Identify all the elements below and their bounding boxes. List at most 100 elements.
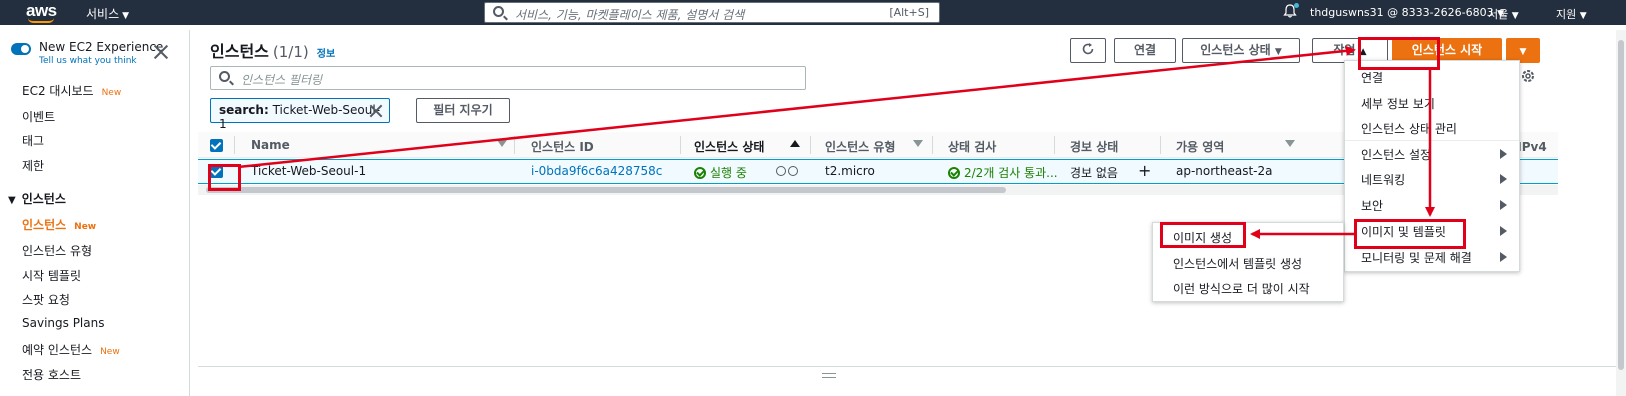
zoom-out-icon[interactable]: [788, 166, 798, 176]
sidebar-item-label: EC2 대시보드: [22, 84, 94, 98]
new-experience-toggle[interactable]: [11, 43, 31, 55]
sidebar-item-tags[interactable]: 태그: [22, 132, 44, 149]
page-title: 인스턴스 (1/1) 정보: [210, 38, 335, 62]
menu-item-monitoring-troubleshooting[interactable]: 모니터링 및 문제 해결: [1361, 249, 1472, 266]
notifications-bell-icon[interactable]: [1283, 3, 1299, 18]
vertical-scrollbar[interactable]: [1616, 30, 1626, 396]
column-header-status-check[interactable]: 상태 검사: [948, 138, 996, 155]
submenu-arrow-icon: [1500, 226, 1507, 236]
actions-button-label: 작업: [1333, 43, 1356, 57]
column-header-availability-zone[interactable]: 가용 영역: [1176, 138, 1224, 155]
sidebar-section-instances[interactable]: ▼ 인스턴스: [8, 190, 66, 207]
sidebar-item-reserved-instances[interactable]: 예약 인스턴스 New: [22, 341, 120, 358]
zoom-icons[interactable]: [774, 164, 798, 178]
filter-placeholder: 인스턴스 필터링: [241, 73, 323, 87]
sidebar-item-instance-types[interactable]: 인스턴스 유형: [22, 242, 92, 259]
connect-button[interactable]: 연결: [1114, 38, 1176, 63]
instance-state-button[interactable]: 인스턴스 상태 ▼: [1182, 38, 1300, 63]
sidebar-item-limits[interactable]: 제한: [22, 157, 44, 174]
sidebar-item-savings-plans[interactable]: Savings Plans: [22, 316, 104, 330]
zoom-in-icon[interactable]: [776, 166, 786, 176]
add-alarm-plus-icon[interactable]: +: [1138, 161, 1151, 180]
sort-icon[interactable]: [1285, 140, 1295, 147]
submenu-arrow-icon: [1500, 174, 1507, 184]
support-menu[interactable]: 지원 ▼: [1556, 6, 1587, 22]
new-badge: New: [74, 222, 97, 232]
region-selector[interactable]: 서울 ▼: [1488, 6, 1519, 22]
account-menu[interactable]: thdguswns31 @ 8333-2626-6803 ▼: [1310, 6, 1504, 19]
sort-icon[interactable]: [913, 140, 923, 147]
sidebar-item-label: 태그: [22, 134, 45, 148]
annotation-box-actions-button: [1358, 37, 1440, 70]
cell-instance-id-link[interactable]: i-0bda9f6c6a428758c: [531, 164, 662, 178]
selection-count: (1/1): [272, 43, 309, 61]
sort-icon[interactable]: [497, 140, 507, 147]
select-all-checkbox[interactable]: [210, 139, 223, 152]
success-check-icon: [694, 167, 706, 179]
menu-item-launch-more-like-this[interactable]: 이런 방식으로 더 많이 시작: [1173, 280, 1310, 297]
scrollbar-thumb[interactable]: [206, 187, 1006, 193]
caret-down-icon: ▼: [8, 195, 16, 206]
sidebar-item-instances[interactable]: 인스턴스 New: [22, 216, 96, 233]
cell-availability-zone: ap-northeast-2a: [1176, 164, 1273, 178]
column-separator: [234, 136, 235, 154]
refresh-button[interactable]: [1070, 38, 1106, 63]
menu-item-view-details[interactable]: 세부 정보 보기: [1361, 95, 1435, 112]
scrollbar-thumb[interactable]: [1618, 40, 1624, 370]
menu-item-manage-instance-state[interactable]: 인스턴스 상태 관리: [1361, 120, 1457, 137]
caret-down-icon: ▼: [1519, 47, 1527, 57]
info-link[interactable]: 정보: [317, 49, 335, 60]
column-separator: [1160, 136, 1161, 154]
sort-ascending-icon[interactable]: [790, 140, 800, 147]
feedback-link[interactable]: Tell us what you think: [39, 56, 137, 66]
aws-logo[interactable]: aws: [26, 1, 57, 23]
caret-down-icon: ▼: [1511, 11, 1519, 21]
sidebar-item-ec2-dashboard[interactable]: EC2 대시보드 New: [22, 82, 121, 99]
sidebar-item-spot-requests[interactable]: 스팟 요청: [22, 291, 70, 308]
annotation-box-row-checkbox: [208, 164, 241, 191]
menu-item-security[interactable]: 보안: [1361, 197, 1383, 214]
caret-down-icon: ▼: [1579, 11, 1587, 21]
sidebar-item-label: 전용 호스트: [22, 368, 82, 382]
submenu-arrow-icon: [1500, 252, 1507, 262]
services-menu-button[interactable]: 서비스 ▼: [86, 5, 129, 22]
menu-item-networking[interactable]: 네트워킹: [1361, 171, 1405, 188]
settings-gear-icon[interactable]: [1520, 68, 1536, 87]
drag-handle-icon[interactable]: [822, 373, 836, 378]
cell-name: Ticket-Web-Seoul-1: [251, 164, 367, 178]
instance-state-label: 인스턴스 상태: [1200, 43, 1271, 57]
column-header-alarm-status[interactable]: 경보 상태: [1070, 138, 1118, 155]
menu-divider: [1345, 140, 1519, 141]
sidebar-item-launch-templates[interactable]: 시작 템플릿: [22, 267, 81, 284]
cell-status-check: 2/2개 검사 통과...: [948, 164, 1058, 181]
menu-item-connect[interactable]: 연결: [1361, 69, 1383, 86]
success-check-icon: [948, 167, 960, 179]
menu-item-create-template-from-instance[interactable]: 인스턴스에서 템플릿 생성: [1173, 255, 1302, 272]
column-separator: [810, 136, 811, 154]
region-label: 서울: [1488, 8, 1509, 21]
annotation-box-create-image: [1160, 222, 1246, 248]
column-header-instance-id[interactable]: 인스턴스 ID: [531, 138, 594, 155]
instance-filter-input[interactable]: 인스턴스 필터링: [210, 66, 806, 90]
clear-filters-button[interactable]: 필터 지우기: [416, 98, 510, 123]
menu-item-instance-settings[interactable]: 인스턴스 설정: [1361, 146, 1431, 163]
remove-filter-icon[interactable]: [369, 104, 383, 118]
search-shortcut: [Alt+S]: [889, 6, 929, 19]
sidebar-item-dedicated-hosts[interactable]: 전용 호스트: [22, 366, 81, 383]
notification-dot: [1294, 3, 1299, 8]
column-header-name[interactable]: Name: [251, 138, 290, 152]
sidebar-item-label: 인스턴스: [22, 218, 67, 232]
global-search-input[interactable]: 서비스, 기능, 마켓플레이스 제품, 설명서 검색 [Alt+S]: [484, 2, 940, 23]
annotation-box-image-templates: [1354, 219, 1466, 249]
sidebar-item-events[interactable]: 이벤트: [22, 108, 55, 125]
caret-down-icon: ▼: [122, 11, 130, 21]
column-header-instance-type[interactable]: 인스턴스 유형: [825, 138, 895, 155]
split-panel-divider[interactable]: [198, 366, 1618, 396]
refresh-icon: [1082, 43, 1094, 55]
sidebar-item-label: 시작 템플릿: [22, 269, 82, 283]
column-header-instance-state[interactable]: 인스턴스 상태: [694, 138, 764, 155]
new-experience-label: New EC2 Experience: [39, 40, 164, 54]
close-icon[interactable]: [153, 44, 169, 60]
search-placeholder: 서비스, 기능, 마켓플레이스 제품, 설명서 검색: [515, 8, 745, 22]
column-separator: [1054, 136, 1055, 154]
